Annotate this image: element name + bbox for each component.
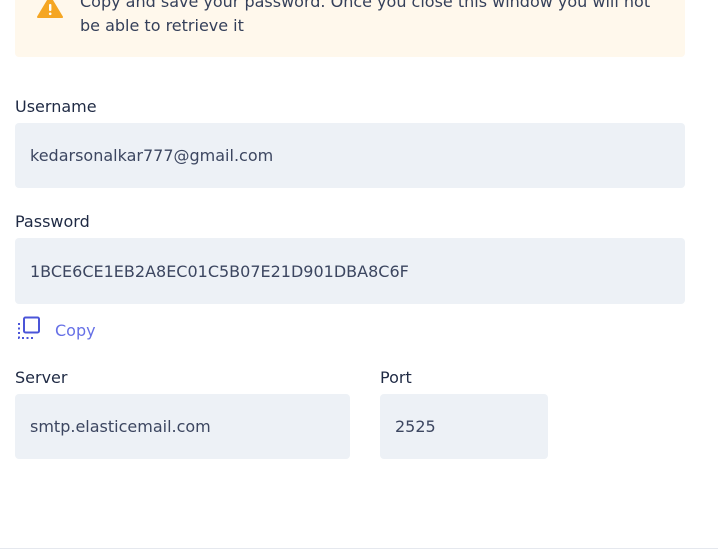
warning-banner: Copy and save your password. Once you cl…	[15, 0, 685, 57]
password-field[interactable]: 1BCE6CE1EB2A8EC01C5B07E21D901DBA8C6F	[15, 238, 685, 304]
copy-button[interactable]: Copy	[17, 316, 96, 345]
copy-label: Copy	[55, 321, 96, 340]
bottom-divider	[0, 548, 718, 549]
copy-icon	[17, 316, 41, 345]
port-field[interactable]: 2525	[380, 394, 548, 459]
server-field[interactable]: smtp.elasticemail.com	[15, 394, 350, 459]
warning-triangle-icon	[37, 0, 63, 22]
username-field[interactable]: kedarsonalkar777@gmail.com	[15, 123, 685, 188]
password-label: Password	[15, 212, 90, 231]
username-label: Username	[15, 97, 97, 116]
warning-text: Copy and save your password. Once you cl…	[80, 0, 651, 35]
port-label: Port	[380, 368, 412, 387]
server-label: Server	[15, 368, 68, 387]
